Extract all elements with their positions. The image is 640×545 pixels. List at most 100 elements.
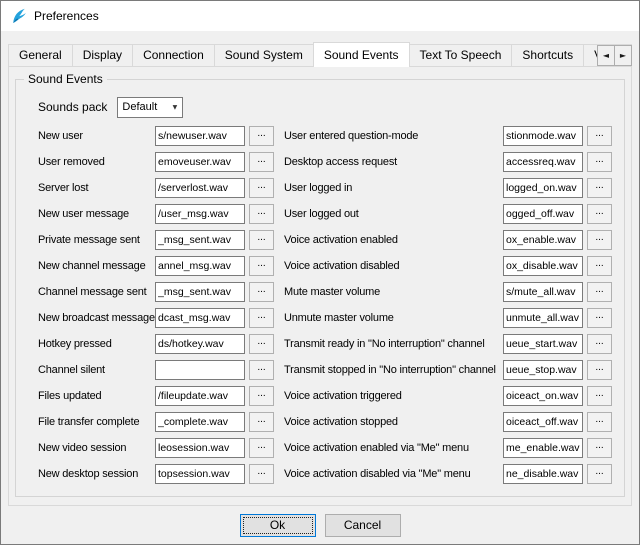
sound-file-input[interactable] <box>503 282 583 302</box>
sound-event-label: Files updated <box>38 390 155 402</box>
sound-file-input[interactable] <box>503 438 583 458</box>
browse-button[interactable]: ... <box>249 412 274 432</box>
sound-file-input[interactable] <box>155 178 245 198</box>
app-icon <box>11 8 27 24</box>
sound-event-label: Voice activation enabled via "Me" menu <box>284 442 503 454</box>
browse-button[interactable]: ... <box>249 334 274 354</box>
sound-event-row: Mute master volume ... <box>284 282 612 302</box>
sound-event-row: Channel message sent ... <box>38 282 274 302</box>
sound-event-row: Desktop access request ... <box>284 152 612 172</box>
sound-file-input[interactable] <box>503 204 583 224</box>
sound-file-input[interactable] <box>155 412 245 432</box>
sound-file-input[interactable] <box>503 412 583 432</box>
cancel-button[interactable]: Cancel <box>325 514 401 537</box>
browse-button[interactable]: ... <box>249 308 274 328</box>
browse-button[interactable]: ... <box>249 152 274 172</box>
sound-file-input[interactable] <box>503 334 583 354</box>
browse-button[interactable]: ... <box>249 126 274 146</box>
sound-file-input[interactable] <box>503 230 583 250</box>
dialog-buttons: Ok Cancel <box>1 506 639 544</box>
browse-button[interactable]: ... <box>587 308 612 328</box>
browse-button[interactable]: ... <box>587 438 612 458</box>
sounds-pack-row: Sounds pack Default ▼ <box>38 96 612 118</box>
browse-button[interactable]: ... <box>249 230 274 250</box>
sound-file-input[interactable] <box>155 334 245 354</box>
tab-scroll-left-button[interactable]: ◄ <box>597 45 615 66</box>
sound-event-label: New channel message <box>38 260 155 272</box>
browse-button[interactable]: ... <box>587 204 612 224</box>
sound-event-row: User entered question-mode ... <box>284 126 612 146</box>
sound-event-row: User logged out ... <box>284 204 612 224</box>
sound-event-label: Mute master volume <box>284 286 503 298</box>
browse-button[interactable]: ... <box>249 438 274 458</box>
browse-button[interactable]: ... <box>249 204 274 224</box>
sound-file-input[interactable] <box>155 126 245 146</box>
browse-button[interactable]: ... <box>249 464 274 484</box>
sound-file-input[interactable] <box>155 152 245 172</box>
sound-file-input[interactable] <box>155 308 245 328</box>
browse-button[interactable]: ... <box>587 386 612 406</box>
sound-event-row: New broadcast message ... <box>38 308 274 328</box>
sound-file-input[interactable] <box>503 386 583 406</box>
tab-sound-system[interactable]: Sound System <box>214 44 314 67</box>
sound-event-row: New desktop session ... <box>38 464 274 484</box>
sound-event-label: User removed <box>38 156 155 168</box>
sounds-pack-select[interactable]: Default ▼ <box>117 97 183 118</box>
sound-event-label: File transfer complete <box>38 416 155 428</box>
browse-button[interactable]: ... <box>587 152 612 172</box>
browse-button[interactable]: ... <box>587 230 612 250</box>
tab-text-to-speech[interactable]: Text To Speech <box>409 44 513 67</box>
sound-event-row: Voice activation disabled via "Me" menu … <box>284 464 612 484</box>
sound-event-label: Voice activation enabled <box>284 234 503 246</box>
browse-button[interactable]: ... <box>249 256 274 276</box>
sound-event-row: Voice activation triggered ... <box>284 386 612 406</box>
sound-file-input[interactable] <box>503 464 583 484</box>
ok-button[interactable]: Ok <box>240 514 316 537</box>
browse-button[interactable]: ... <box>587 360 612 380</box>
sound-file-input[interactable] <box>155 360 245 380</box>
sound-file-input[interactable] <box>155 256 245 276</box>
sound-event-row: Channel silent ... <box>38 360 274 380</box>
tab-panel: Sound Events Sounds pack Default ▼ New u… <box>8 66 632 506</box>
browse-button[interactable]: ... <box>587 464 612 484</box>
tab-scroll-right-button[interactable]: ► <box>614 45 632 66</box>
browse-button[interactable]: ... <box>587 256 612 276</box>
tab-connection[interactable]: Connection <box>132 44 215 67</box>
sound-file-input[interactable] <box>155 386 245 406</box>
chevron-down-icon: ▼ <box>167 104 182 111</box>
sound-event-row: New video session ... <box>38 438 274 458</box>
browse-button[interactable]: ... <box>587 334 612 354</box>
sound-file-input[interactable] <box>155 438 245 458</box>
sound-file-input[interactable] <box>503 360 583 380</box>
sound-event-label: Unmute master volume <box>284 312 503 324</box>
sound-event-row: Private message sent ... <box>38 230 274 250</box>
sound-file-input[interactable] <box>503 178 583 198</box>
sound-file-input[interactable] <box>155 230 245 250</box>
sound-event-label: Server lost <box>38 182 155 194</box>
sound-file-input[interactable] <box>155 204 245 224</box>
sound-event-row: New user message ... <box>38 204 274 224</box>
sound-event-label: User logged in <box>284 182 503 194</box>
tab-sound-events[interactable]: Sound Events <box>313 42 410 67</box>
sound-file-input[interactable] <box>503 126 583 146</box>
sound-file-input[interactable] <box>155 282 245 302</box>
tab-display[interactable]: Display <box>72 44 133 67</box>
browse-button[interactable]: ... <box>587 412 612 432</box>
tab-shortcuts[interactable]: Shortcuts <box>511 44 584 67</box>
sound-event-label: Transmit stopped in "No interruption" ch… <box>284 364 503 376</box>
browse-button[interactable]: ... <box>587 178 612 198</box>
browse-button[interactable]: ... <box>587 282 612 302</box>
sound-file-input[interactable] <box>503 308 583 328</box>
browse-button[interactable]: ... <box>249 386 274 406</box>
browse-button[interactable]: ... <box>249 282 274 302</box>
browse-button[interactable]: ... <box>249 360 274 380</box>
sound-file-input[interactable] <box>155 464 245 484</box>
tab-general[interactable]: General <box>8 44 73 67</box>
sound-file-input[interactable] <box>503 152 583 172</box>
browse-button[interactable]: ... <box>249 178 274 198</box>
sound-event-row: Voice activation enabled via "Me" menu .… <box>284 438 612 458</box>
sound-event-label: User logged out <box>284 208 503 220</box>
sound-event-label: Transmit ready in "No interruption" chan… <box>284 338 503 350</box>
browse-button[interactable]: ... <box>587 126 612 146</box>
sound-file-input[interactable] <box>503 256 583 276</box>
